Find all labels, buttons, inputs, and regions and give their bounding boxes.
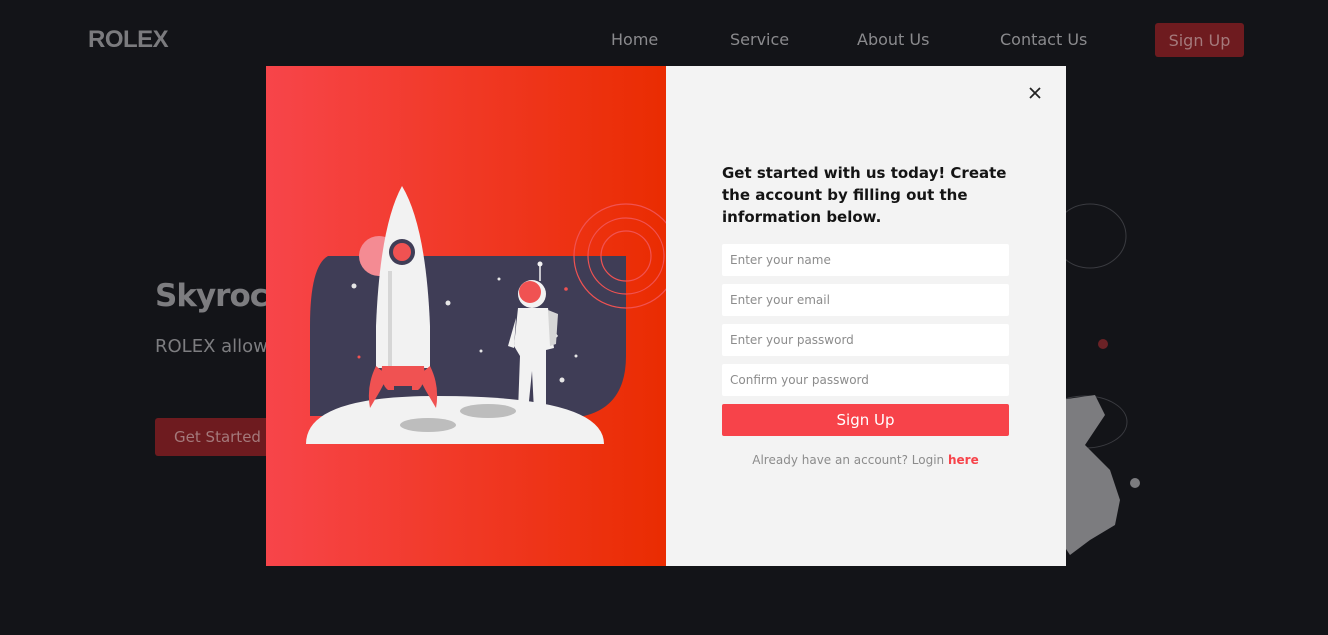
nav-about-us[interactable]: About Us (857, 30, 929, 49)
astronaut-rocket-illustration (306, 186, 666, 444)
signup-submit-button[interactable]: Sign Up (722, 404, 1009, 436)
modal-illustration-panel (266, 66, 666, 566)
name-input[interactable] (722, 244, 1009, 276)
get-started-button[interactable]: Get Started (155, 418, 280, 456)
password-input[interactable] (722, 324, 1009, 356)
nav-service[interactable]: Service (730, 30, 789, 49)
form-heading: Get started with us today! Create the ac… (722, 164, 1007, 226)
email-input[interactable] (722, 284, 1009, 316)
login-link[interactable]: here (948, 453, 979, 467)
brand-logo[interactable]: ROLEX (88, 26, 169, 54)
close-icon[interactable] (1026, 84, 1044, 102)
nav-signup-button[interactable]: Sign Up (1155, 23, 1244, 57)
login-prompt-text: Already have an account? Login (752, 453, 945, 467)
nav-contact-us[interactable]: Contact Us (1000, 30, 1087, 49)
nav-home[interactable]: Home (611, 30, 658, 49)
login-prompt-line: Already have an account? Login here (722, 453, 1009, 467)
signup-form-panel: Get started with us today! Create the ac… (666, 66, 1066, 566)
confirm-password-input[interactable] (722, 364, 1009, 396)
signup-modal: Get started with us today! Create the ac… (266, 66, 1066, 566)
